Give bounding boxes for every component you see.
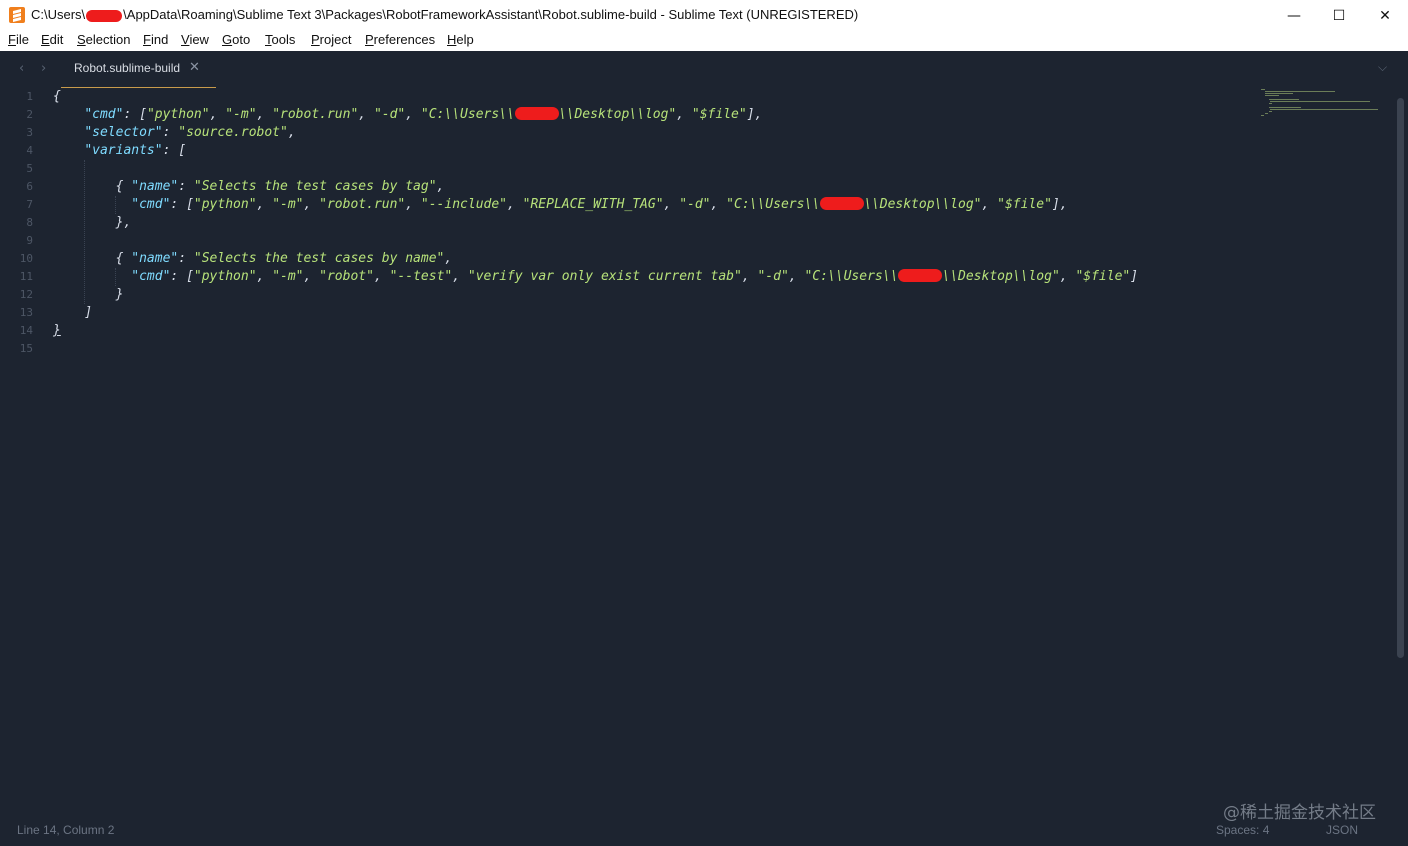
line-number: 3: [26, 126, 33, 139]
scrollbar-thumb[interactable]: [1397, 98, 1404, 658]
minimap-line: [1265, 95, 1279, 96]
minimap-line: [1270, 101, 1370, 102]
sublime-text-icon: [9, 7, 25, 23]
line-number: 7: [26, 198, 33, 211]
code-line: 12 }: [1, 286, 1251, 304]
chevron-down-icon[interactable]: ⌵: [1378, 60, 1387, 75]
line-number: 11: [19, 270, 33, 283]
minimap-line: [1269, 107, 1301, 108]
line-number: 8: [26, 216, 33, 229]
chevron-left-icon[interactable]: ‹: [19, 61, 24, 76]
code-text: { "name": "Selects the test cases by tag…: [115, 179, 445, 194]
redaction-mark: [820, 197, 865, 210]
code-line: 2 "cmd": ["python", "-m", "robot.run", "…: [1, 106, 1251, 124]
minimize-icon: —: [1287, 7, 1301, 24]
code-line: 14 }: [1, 322, 1251, 340]
minimap-line: [1269, 103, 1272, 104]
code-line: 5: [1, 160, 1251, 178]
line-number: 2: [26, 108, 33, 121]
line-number: 6: [26, 180, 33, 193]
menu-selection[interactable]: Selection: [77, 32, 130, 47]
line-number: 10: [19, 252, 33, 265]
cursor-position: Line 14, Column 2: [17, 823, 115, 837]
line-number: 14: [19, 324, 33, 337]
minimap-line: [1265, 91, 1335, 92]
menu-view[interactable]: View: [181, 32, 209, 47]
code-line: 4 "variants": [: [1, 142, 1251, 160]
menu-file[interactable]: File: [8, 32, 29, 47]
vertical-scrollbar[interactable]: [1396, 88, 1406, 823]
redaction-mark: [86, 9, 123, 22]
menu-tools[interactable]: Tools: [265, 32, 295, 47]
line-number: 9: [26, 234, 33, 247]
maximize-icon: ☐: [1332, 7, 1346, 24]
minimap-line: [1270, 109, 1378, 110]
window-title: C:\Users\ \AppData\Roaming\Sublime Text 3…: [31, 7, 858, 22]
line-number: 15: [19, 342, 33, 355]
syntax-selector[interactable]: JSON: [1326, 823, 1358, 837]
code-text: ]: [84, 305, 93, 320]
code-text: }: [53, 323, 61, 338]
status-bar: Line 14, Column 2 Spaces: 4 JSON: [1, 823, 1407, 845]
title-bar[interactable]: C:\Users\ \AppData\Roaming\Sublime Text 3…: [0, 0, 1408, 31]
tab-close-icon[interactable]: ✕: [189, 60, 200, 75]
code-line: 13 ]: [1, 304, 1251, 322]
code-text: { "name": "Selects the test cases by nam…: [115, 251, 453, 266]
redaction-mark: [898, 269, 943, 282]
line-number: 12: [19, 288, 33, 301]
menu-help[interactable]: Help: [447, 32, 474, 47]
code-text: {: [53, 89, 61, 104]
minimap-line: [1261, 89, 1265, 90]
code-line: 7 "cmd": ["python", "-m", "robot.run", "…: [1, 196, 1251, 214]
code-text: }: [115, 287, 124, 302]
line-number: 13: [19, 306, 33, 319]
menu-project[interactable]: Project: [311, 32, 351, 47]
tab-label: Robot.sublime-build: [74, 61, 181, 75]
code-line: 6 { "name": "Selects the test cases by t…: [1, 178, 1251, 196]
redaction-mark: [514, 107, 559, 120]
code-line: 8 },: [1, 214, 1251, 232]
minimap-line: [1261, 115, 1264, 116]
menu-preferences[interactable]: Preferences: [365, 32, 435, 47]
code-text: "cmd": ["python", "-m", "robot", "--test…: [131, 269, 1139, 284]
menu-find[interactable]: Find: [143, 32, 168, 47]
line-number: 5: [26, 162, 33, 175]
window-title-prefix: C:\Users\: [31, 7, 86, 22]
code-text: "cmd": ["python", "-m", "robot.run", "--…: [131, 197, 1068, 212]
line-number: 4: [26, 144, 33, 157]
minimap-line: [1265, 93, 1293, 94]
code-line: 1 {: [1, 88, 1251, 106]
indentation-setting[interactable]: Spaces: 4: [1216, 823, 1269, 837]
watermark: @稀土掘金技术社区: [1223, 803, 1376, 823]
editor-window: ‹ › Robot.sublime-build ✕ ⌵ 1 { 2 "cmd":…: [1, 51, 1407, 845]
minimap-line: [1269, 111, 1272, 112]
chevron-right-icon[interactable]: ›: [41, 61, 46, 76]
minimap-line: [1265, 113, 1268, 114]
minimize-button[interactable]: —: [1271, 0, 1317, 31]
code-text: "variants": [: [84, 143, 187, 158]
code-line: 3 "selector": "source.robot",: [1, 124, 1251, 142]
code-line: 9: [1, 232, 1251, 250]
minimap-line: [1269, 99, 1299, 100]
close-icon: ✕: [1379, 7, 1391, 24]
menu-goto[interactable]: Goto: [222, 32, 250, 47]
line-number: 1: [26, 90, 33, 103]
maximize-button[interactable]: ☐: [1316, 0, 1362, 31]
code-line: 11 "cmd": ["python", "-m", "robot", "--t…: [1, 268, 1251, 286]
code-line: 10 { "name": "Selects the test cases by …: [1, 250, 1251, 268]
code-text: "selector": "source.robot",: [84, 125, 296, 140]
code-line: 15: [1, 340, 1251, 358]
window-title-suffix: \AppData\Roaming\Sublime Text 3\Packages…: [123, 7, 859, 22]
menu-bar: File Edit Selection Find View Goto Tools…: [0, 31, 1408, 51]
minimap[interactable]: [1259, 87, 1389, 147]
tab-bar: ‹ › Robot.sublime-build ✕ ⌵: [1, 51, 1407, 88]
code-editor[interactable]: 1 { 2 "cmd": ["python", "-m", "robot.run…: [1, 88, 1391, 823]
code-text: "cmd": ["python", "-m", "robot.run", "-d…: [84, 107, 763, 122]
menu-edit[interactable]: Edit: [41, 32, 63, 47]
close-button[interactable]: ✕: [1362, 0, 1408, 31]
tab-robot-sublime-build[interactable]: Robot.sublime-build ✕: [61, 51, 216, 88]
code-text: },: [115, 215, 132, 230]
